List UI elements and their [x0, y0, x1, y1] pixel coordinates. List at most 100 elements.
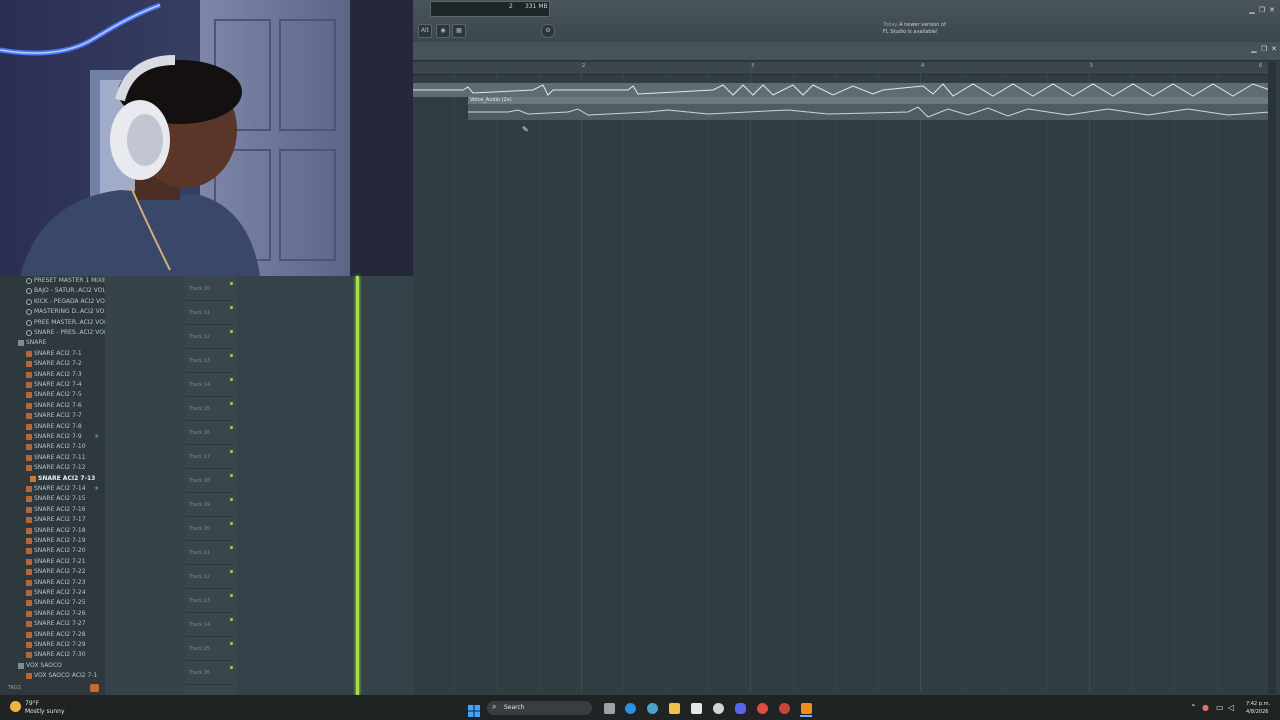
- track-header[interactable]: Track 11: [185, 300, 235, 325]
- browser-item[interactable]: SNARE ACI2 7-3: [0, 370, 105, 380]
- browser-item[interactable]: SNARE ACI2 7-12: [0, 463, 105, 473]
- browser-search-icon[interactable]: [90, 684, 99, 692]
- minimize-icon[interactable]: ▁: [1248, 6, 1256, 14]
- track-mute-led[interactable]: [230, 378, 233, 381]
- browser-folder[interactable]: VOX SAOCO: [0, 661, 105, 671]
- taskbar-search-box[interactable]: ⌕ Search: [487, 701, 592, 715]
- chrome-icon[interactable]: [757, 703, 768, 714]
- track-header[interactable]: Track 23: [185, 588, 235, 613]
- app-icon[interactable]: [713, 703, 724, 714]
- track-mute-led[interactable]: [230, 618, 233, 621]
- browser-item[interactable]: SNARE ACI2 7-7: [0, 411, 105, 421]
- pattern-icon[interactable]: ▦: [452, 24, 466, 38]
- track-mute-led[interactable]: [230, 546, 233, 549]
- browser-item[interactable]: SNARE - PRES..ACI2 VOL 7: [0, 328, 105, 338]
- browser-item[interactable]: SNARE ACI2 7-5: [0, 390, 105, 400]
- track-mute-led[interactable]: [230, 474, 233, 477]
- browser-item[interactable]: SNARE ACI2 7-15: [0, 494, 105, 504]
- tray-chevron-icon[interactable]: ⌃: [1190, 703, 1197, 712]
- browser-item[interactable]: SNARE ACI2 7-27: [0, 619, 105, 629]
- track-mute-led[interactable]: [230, 666, 233, 669]
- track-header[interactable]: Track 20: [185, 516, 235, 541]
- browser-item[interactable]: SNARE ACI2 7-20: [0, 546, 105, 556]
- favorite-star-icon[interactable]: ★: [94, 484, 99, 494]
- browser-item[interactable]: SNARE ACI2 7-6: [0, 401, 105, 411]
- edge-icon[interactable]: [625, 703, 636, 714]
- playhead[interactable]: [356, 276, 359, 695]
- track-mute-led[interactable]: [230, 570, 233, 573]
- browser-item[interactable]: SNARE ACI2 7-30: [0, 650, 105, 660]
- app2-icon[interactable]: [779, 703, 790, 714]
- update-icon[interactable]: ⚙: [541, 24, 555, 38]
- store-icon[interactable]: [691, 703, 702, 714]
- browser-item[interactable]: VOX SAOCO ACI2 7-1: [0, 671, 105, 681]
- track-header[interactable]: Track 24: [185, 612, 235, 637]
- track-header[interactable]: Track 25: [185, 636, 235, 661]
- track-mute-led[interactable]: [230, 426, 233, 429]
- track-header[interactable]: Track 10: [185, 276, 235, 301]
- browser-item[interactable]: SNARE ACI2 7-2: [0, 359, 105, 369]
- track-mute-led[interactable]: [230, 282, 233, 285]
- close-icon[interactable]: ✕: [1268, 6, 1276, 14]
- browser-item[interactable]: SNARE ACI2 7-16: [0, 505, 105, 515]
- browser-item[interactable]: SNARE ACI2 7-24: [0, 588, 105, 598]
- browser-item[interactable]: BAJO - SATUR..ACI2 VOL 7: [0, 286, 105, 296]
- file-explorer-icon[interactable]: [669, 703, 680, 714]
- track-header[interactable]: Track 13: [185, 348, 235, 373]
- track-mute-led[interactable]: [230, 306, 233, 309]
- restore-icon[interactable]: ❐: [1258, 6, 1266, 14]
- track-mute-led[interactable]: [230, 498, 233, 501]
- browser-folder[interactable]: SNARE: [0, 338, 105, 348]
- browser-item[interactable]: SNARE ACI2 7-14 ★: [0, 484, 105, 494]
- track-mute-led[interactable]: [230, 642, 233, 645]
- record-icon[interactable]: ◉: [436, 24, 450, 38]
- browser-item[interactable]: SNARE ACI2 7-23: [0, 578, 105, 588]
- playlist-close-icon[interactable]: ✕: [1270, 45, 1278, 53]
- track-header[interactable]: Track 21: [185, 540, 235, 565]
- browser-item[interactable]: SNARE ACI2 7-8: [0, 422, 105, 432]
- mic-icon[interactable]: ●: [1202, 703, 1209, 712]
- audio-clip-2-label[interactable]: Voice_Audio (2x): [468, 97, 1270, 104]
- fl-studio-icon[interactable]: [801, 703, 812, 714]
- track-header[interactable]: Track 22: [185, 564, 235, 589]
- playlist-scrollbar[interactable]: [1268, 62, 1276, 694]
- track-header[interactable]: Track 15: [185, 396, 235, 421]
- alt-button[interactable]: Alt: [418, 24, 432, 38]
- track-mute-led[interactable]: [230, 594, 233, 597]
- browser-item[interactable]: SNARE ACI2 7-22: [0, 567, 105, 577]
- weather-desc[interactable]: Mostly sunny: [25, 708, 65, 715]
- weather-temp[interactable]: 79°F: [25, 700, 39, 707]
- track-header[interactable]: Track 19: [185, 492, 235, 517]
- browser-item[interactable]: SNARE ACI2 7-10: [0, 442, 105, 452]
- browser-item[interactable]: SNARE ACI2 7-25: [0, 598, 105, 608]
- discord-icon[interactable]: [735, 703, 746, 714]
- windows-start-icon[interactable]: [468, 702, 480, 717]
- browser-item[interactable]: SNARE ACI2 7-11: [0, 453, 105, 463]
- track-mute-led[interactable]: [230, 330, 233, 333]
- playlist-restore-icon[interactable]: ❐: [1260, 45, 1268, 53]
- track-mute-led[interactable]: [230, 450, 233, 453]
- task-view-icon[interactable]: [604, 703, 615, 714]
- browser-item[interactable]: SNARE ACI2 7-1: [0, 349, 105, 359]
- clock-date[interactable]: 4/8/2026: [1246, 709, 1268, 715]
- browser-item[interactable]: KICK - PEGADA ACI2 VOL 7: [0, 297, 105, 307]
- track-header[interactable]: Track 12: [185, 324, 235, 349]
- browser-item[interactable]: MASTERING D..ACI2 VOL 7: [0, 307, 105, 317]
- browser-app-icon[interactable]: [647, 703, 658, 714]
- volume-icon[interactable]: ◁: [1228, 703, 1234, 712]
- clock-time[interactable]: 7:42 p.m.: [1246, 701, 1270, 707]
- browser-item[interactable]: SNARE ACI2 7-21: [0, 557, 105, 567]
- track-header[interactable]: Track 14: [185, 372, 235, 397]
- network-icon[interactable]: ▭: [1216, 703, 1224, 712]
- track-mute-led[interactable]: [230, 522, 233, 525]
- track-header[interactable]: Track 18: [185, 468, 235, 493]
- track-header[interactable]: Track 16: [185, 420, 235, 445]
- timeline-ruler[interactable]: [413, 62, 1268, 75]
- track-header[interactable]: Track 17: [185, 444, 235, 469]
- browser-item[interactable]: SNARE ACI2 7-26: [0, 609, 105, 619]
- weather-icon[interactable]: [10, 701, 21, 712]
- playlist-minimize-icon[interactable]: ▁: [1250, 45, 1258, 53]
- tags-label[interactable]: TAGS: [8, 685, 21, 691]
- track-lane-area[interactable]: [237, 276, 413, 695]
- browser-item[interactable]: SNARE ACI2 7-4: [0, 380, 105, 390]
